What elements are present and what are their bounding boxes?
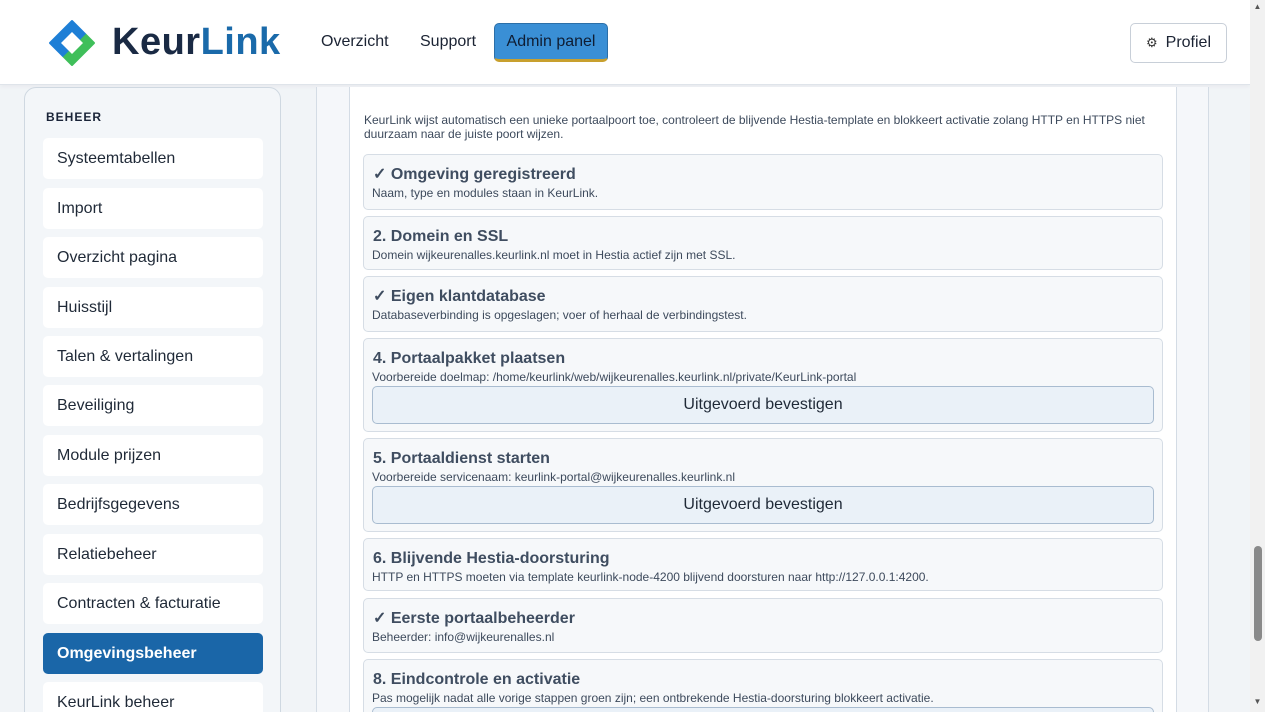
sidebar-item-bedrijfsgegevens[interactable]: Bedrijfsgegevens bbox=[43, 484, 263, 525]
step-card-portaaldienst-starten: 5. Portaaldienst starten Voorbereide ser… bbox=[363, 438, 1163, 532]
step-card-domein-ssl: 2. Domein en SSL Domein wijkeurenalles.k… bbox=[363, 216, 1163, 270]
profile-label: Profiel bbox=[1165, 34, 1211, 51]
sidebar-item-overzicht-pagina[interactable]: Overzicht pagina bbox=[43, 237, 263, 278]
step-description: HTTP en HTTPS moeten via template keurli… bbox=[372, 570, 929, 584]
step-card-eerste-portaalbeheerder: ✓ Eerste portaalbeheerder Beheerder: inf… bbox=[363, 598, 1163, 653]
step-card-omgeving-geregistreerd: ✓ Omgeving geregistreerd Naam, type en m… bbox=[363, 154, 1163, 210]
sidebar-item-huisstijl[interactable]: Huisstijl bbox=[43, 287, 263, 328]
profile-button[interactable]: ⚙ Profiel bbox=[1130, 23, 1227, 63]
sidebar-item-contracten-facturatie[interactable]: Contracten & facturatie bbox=[43, 583, 263, 624]
step-title: 8. Eindcontrole en activatie bbox=[373, 671, 581, 688]
step-title: 4. Portaalpakket plaatsen bbox=[373, 350, 566, 367]
step-card-hestia-doorsturing: 6. Blijvende Hestia-doorsturing HTTP en … bbox=[363, 538, 1163, 591]
step-description: Voorbereide doelmap: /home/keurlink/web/… bbox=[372, 370, 857, 384]
top-header: KeurLink Overzicht Support Admin panel ⚙… bbox=[0, 0, 1250, 85]
brand-part-keur: Keur bbox=[112, 21, 201, 63]
step-title: ✓ Eigen klantdatabase bbox=[373, 288, 546, 305]
sidebar-heading: BEHEER bbox=[46, 110, 103, 124]
confirm-executed-button[interactable]: Uitgevoerd bevestigen bbox=[372, 386, 1154, 424]
scrollbar-thumb[interactable] bbox=[1254, 546, 1262, 641]
brand-part-link: Link bbox=[200, 21, 281, 63]
sidebar-item-module-prijzen[interactable]: Module prijzen bbox=[43, 435, 263, 476]
keurlink-logo-icon[interactable] bbox=[47, 18, 97, 68]
brand-name[interactable]: KeurLink bbox=[112, 20, 281, 64]
step-description: Voorbereide servicenaam: keurlink-portal… bbox=[372, 470, 736, 484]
admin-sidebar: BEHEER Systeemtabellen Import Overzicht … bbox=[24, 87, 281, 712]
sidebar-item-systeemtabellen[interactable]: Systeemtabellen bbox=[43, 138, 263, 179]
gear-icon: ⚙ bbox=[1145, 35, 1158, 50]
scroll-up-arrow-icon[interactable]: ▲ bbox=[1250, 2, 1265, 14]
wizard-intro-text: KeurLink wijst automatisch een unieke po… bbox=[364, 113, 1145, 141]
step-description: Beheerder: info@wijkeurenalles.nl bbox=[372, 630, 555, 644]
step-title: 6. Blijvende Hestia-doorsturing bbox=[373, 550, 610, 567]
confirm-executed-button[interactable]: Uitgevoerd bevestigen bbox=[372, 486, 1154, 524]
step-title: ✓ Omgeving geregistreerd bbox=[373, 166, 576, 183]
step-title: 5. Portaaldienst starten bbox=[373, 450, 550, 467]
step-description: Domein wijkeurenalles.keurlink.nl moet i… bbox=[372, 248, 736, 262]
sidebar-item-talen-vertalingen[interactable]: Talen & vertalingen bbox=[43, 336, 263, 377]
sidebar-item-omgevingsbeheer[interactable]: Omgevingsbeheer bbox=[43, 633, 263, 674]
step-description: Naam, type en modules staan in KeurLink. bbox=[372, 186, 599, 200]
step-description: Pas mogelijk nadat alle vorige stappen g… bbox=[372, 691, 934, 705]
nav-overzicht[interactable]: Overzicht bbox=[321, 33, 389, 51]
scroll-down-arrow-icon[interactable]: ▼ bbox=[1250, 697, 1265, 709]
step-description: Databaseverbinding is opgeslagen; voer o… bbox=[372, 308, 747, 322]
nav-admin-panel[interactable]: Admin panel bbox=[494, 23, 608, 62]
step-title: 2. Domein en SSL bbox=[373, 228, 509, 245]
step-title: ✓ Eerste portaalbeheerder bbox=[373, 610, 575, 627]
nav-support[interactable]: Support bbox=[420, 33, 476, 51]
page-scrollbar[interactable]: ▲ ▼ bbox=[1250, 0, 1265, 712]
sidebar-item-beveiliging[interactable]: Beveiliging bbox=[43, 385, 263, 426]
step-card-eigen-klantdatabase: ✓ Eigen klantdatabase Databaseverbinding… bbox=[363, 276, 1163, 332]
step-card-portaalpakket-plaatsen: 4. Portaalpakket plaatsen Voorbereide do… bbox=[363, 338, 1163, 432]
sidebar-item-import[interactable]: Import bbox=[43, 188, 263, 229]
step-card-eindcontrole-activatie: 8. Eindcontrole en activatie Pas mogelij… bbox=[363, 659, 1163, 712]
sidebar-item-relatiebeheer[interactable]: Relatiebeheer bbox=[43, 534, 263, 575]
sidebar-item-keurlink-beheer[interactable]: KeurLink beheer bbox=[43, 682, 263, 712]
activate-button[interactable] bbox=[372, 707, 1154, 712]
